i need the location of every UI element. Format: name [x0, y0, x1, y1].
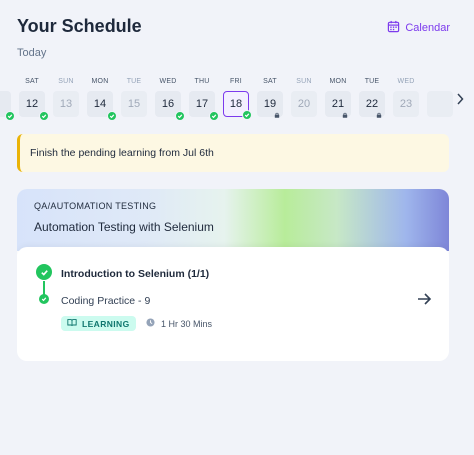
completed-check-icon [209, 111, 219, 121]
date-number: 13 [53, 91, 79, 117]
selected-date: 18 [223, 91, 252, 120]
date-cell[interactable]: SAT 19 [257, 78, 283, 122]
date-number: 16 [155, 91, 185, 121]
day-of-week: FRI [230, 78, 242, 85]
date-cell[interactable]: SUN 13 [53, 78, 79, 122]
day-of-week: THU [194, 78, 210, 85]
date-number: 22 [359, 91, 385, 118]
completed-check-icon [5, 111, 15, 121]
clock-icon [146, 318, 155, 329]
date-label: 23 [399, 98, 413, 110]
duration: 1 Hr 30 Mins [146, 318, 212, 329]
notice-text: Finish the pending learning from Jul 6th [30, 147, 214, 159]
date-label: 18 [229, 98, 243, 110]
date-cell[interactable]: THU 17 [189, 78, 219, 122]
date-number: 19 [257, 91, 283, 118]
subtitle-today: Today [17, 47, 47, 59]
calendar-button[interactable]: Calendar [387, 20, 450, 36]
learning-badge: LEARNING [61, 316, 136, 331]
calendar-label: Calendar [405, 22, 450, 34]
date-number: 15 [121, 91, 147, 117]
duration-text: 1 Hr 30 Mins [161, 318, 213, 329]
date-cell[interactable]: FRI 18 [223, 78, 252, 122]
module-panel: Introduction to Selenium (1/1) Coding Pr… [17, 247, 449, 361]
date-number: 20 [291, 91, 317, 117]
date-label: 12 [25, 98, 39, 110]
progress-connector [43, 281, 45, 295]
date-strip: SAT 12 SUN 13 MON 14 TUE 15 WED 16 THU 17 FRI 18 SAT 19… [0, 78, 474, 122]
date-cell[interactable]: SUN 20 [291, 78, 317, 122]
arrow-right-icon[interactable] [415, 291, 433, 307]
date-number: 14 [87, 91, 117, 121]
completed-check-icon [242, 110, 252, 120]
day-of-week: SAT [263, 78, 277, 85]
item-title[interactable]: Coding Practice - 9 [61, 295, 150, 307]
day-of-week: TUE [126, 78, 142, 85]
completed-check-icon [175, 111, 185, 121]
date-number [427, 91, 453, 117]
date-cell[interactable]: MON 14 [87, 78, 117, 122]
lock-icon [342, 109, 348, 118]
date-label: 16 [161, 98, 175, 110]
completed-check-icon [39, 111, 49, 121]
date-cell[interactable]: WED 23 [393, 78, 419, 122]
date-number [0, 91, 15, 121]
course-name: Automation Testing with Selenium [34, 220, 214, 234]
day-of-week: MON [91, 78, 109, 85]
date-cell[interactable] [0, 78, 15, 122]
date-cell[interactable]: MON 21 [325, 78, 351, 122]
date-number: 12 [19, 91, 49, 121]
day-of-week: SAT [25, 78, 39, 85]
page-title: Your Schedule [17, 16, 142, 36]
next-arrow-icon[interactable] [453, 92, 467, 106]
calendar-icon [387, 20, 400, 36]
completed-check-icon [107, 111, 117, 121]
date-cell[interactable]: WED 16 [155, 78, 185, 122]
date-cell[interactable]: TUE 15 [121, 78, 147, 122]
track-name: QA/AUTOMATION TESTING [34, 201, 157, 211]
lock-icon [376, 109, 382, 118]
learning-label: LEARNING [82, 318, 130, 329]
date-label: 20 [297, 98, 311, 110]
book-icon [67, 318, 77, 329]
day-of-week: TUE [364, 78, 380, 85]
day-of-week: WED [159, 78, 177, 85]
day-of-week: SUN [296, 78, 312, 85]
pending-notice: Finish the pending learning from Jul 6th [17, 134, 449, 172]
day-of-week: MON [329, 78, 347, 85]
item-complete-check-icon [39, 294, 49, 304]
date-cell[interactable]: TUE 22 [359, 78, 385, 122]
course-hero: QA/AUTOMATION TESTING Automation Testing… [17, 189, 449, 251]
date-cell[interactable]: SAT 12 [19, 78, 49, 122]
date-number: 21 [325, 91, 351, 118]
date-cell[interactable] [427, 78, 453, 122]
header: Your Schedule Calendar [17, 16, 450, 42]
date-label: 15 [127, 98, 141, 110]
date-label: 13 [59, 98, 73, 110]
course-card: QA/AUTOMATION TESTING Automation Testing… [17, 189, 449, 361]
day-of-week: WED [397, 78, 415, 85]
module-title: Introduction to Selenium (1/1) [61, 268, 210, 280]
date-label: 17 [195, 98, 209, 110]
day-of-week: SUN [58, 78, 74, 85]
date-number: 23 [393, 91, 419, 117]
module-complete-check-icon [36, 264, 52, 280]
lock-icon [274, 109, 280, 118]
date-label: 14 [93, 98, 107, 110]
date-number: 17 [189, 91, 219, 121]
